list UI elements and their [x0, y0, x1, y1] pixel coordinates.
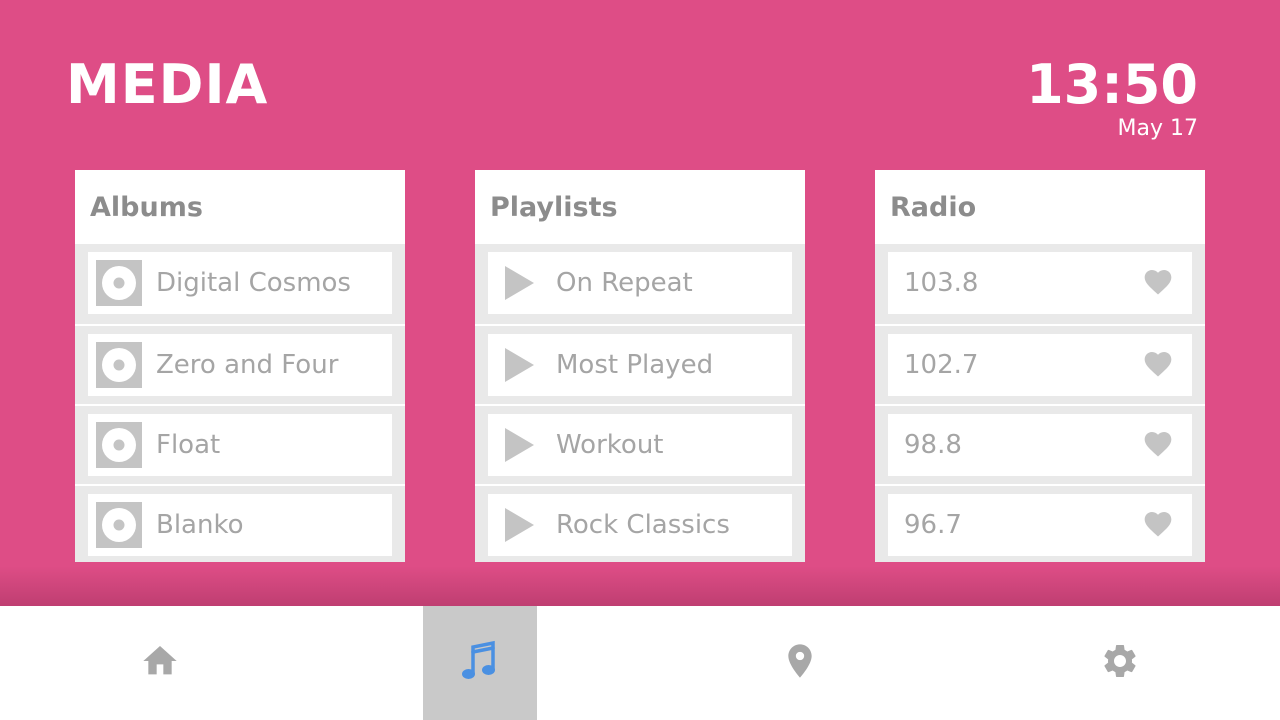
- albums-panel: Albums Digital Cosmos Zero and Four Floa…: [75, 170, 405, 562]
- play-icon: [496, 422, 542, 468]
- nav-location-button[interactable]: [743, 606, 857, 720]
- radio-frequency: 102.7: [904, 350, 979, 380]
- clock: 13:50 May 17: [1026, 52, 1198, 142]
- clock-date: May 17: [1117, 116, 1198, 141]
- album-label: Zero and Four: [156, 350, 339, 380]
- playlists-panel: Playlists On Repeat Most Played Workout …: [475, 170, 805, 562]
- playlist-item-most-played[interactable]: Most Played: [488, 334, 792, 396]
- nav-music-button[interactable]: [423, 606, 537, 720]
- playlist-label: Most Played: [556, 350, 714, 380]
- heart-icon[interactable]: [1142, 428, 1174, 460]
- heart-icon[interactable]: [1142, 348, 1174, 380]
- radio-item-98-8[interactable]: 98.8: [888, 414, 1192, 476]
- radio-title: Radio: [890, 191, 977, 223]
- album-item-blanko[interactable]: Blanko: [88, 494, 392, 556]
- heart-icon[interactable]: [1142, 508, 1174, 540]
- disc-icon: [96, 342, 142, 388]
- clock-time: 13:50: [1026, 53, 1198, 116]
- playlists-header: Playlists: [475, 170, 805, 244]
- music-note-icon: [459, 639, 501, 687]
- radio-item-103-8[interactable]: 103.8: [888, 252, 1192, 314]
- disc-icon: [96, 260, 142, 306]
- album-label: Blanko: [156, 510, 244, 540]
- bottom-nav: [0, 606, 1280, 720]
- nav-home-button[interactable]: [103, 606, 217, 720]
- play-icon: [496, 502, 542, 548]
- playlist-label: Rock Classics: [556, 510, 730, 540]
- radio-panel: Radio 103.8 102.7 98.8 96.7: [875, 170, 1205, 562]
- playlist-item-rock-classics[interactable]: Rock Classics: [488, 494, 792, 556]
- radio-item-102-7[interactable]: 102.7: [888, 334, 1192, 396]
- disc-icon: [96, 422, 142, 468]
- playlist-label: Workout: [556, 430, 664, 460]
- radio-header: Radio: [875, 170, 1205, 244]
- map-pin-icon: [780, 641, 820, 685]
- nav-settings-button[interactable]: [1063, 606, 1177, 720]
- playlists-title: Playlists: [490, 191, 618, 223]
- play-icon: [496, 342, 542, 388]
- home-icon: [140, 641, 180, 685]
- radio-frequency: 96.7: [904, 510, 962, 540]
- album-label: Float: [156, 430, 221, 460]
- albums-header: Albums: [75, 170, 405, 244]
- heart-icon[interactable]: [1142, 266, 1174, 298]
- albums-title: Albums: [90, 191, 203, 223]
- page-title: MEDIA: [66, 53, 269, 116]
- playlist-item-workout[interactable]: Workout: [488, 414, 792, 476]
- nav-shadow: [0, 566, 1280, 606]
- radio-frequency: 98.8: [904, 430, 962, 460]
- playlist-item-on-repeat[interactable]: On Repeat: [488, 252, 792, 314]
- album-label: Digital Cosmos: [156, 268, 351, 298]
- album-item-float[interactable]: Float: [88, 414, 392, 476]
- playlist-label: On Repeat: [556, 268, 693, 298]
- play-icon: [496, 260, 542, 306]
- radio-item-96-7[interactable]: 96.7: [888, 494, 1192, 556]
- album-item-zero-and-four[interactable]: Zero and Four: [88, 334, 392, 396]
- radio-frequency: 103.8: [904, 268, 979, 298]
- album-item-digital-cosmos[interactable]: Digital Cosmos: [88, 252, 392, 314]
- gear-icon: [1100, 641, 1140, 685]
- disc-icon: [96, 502, 142, 548]
